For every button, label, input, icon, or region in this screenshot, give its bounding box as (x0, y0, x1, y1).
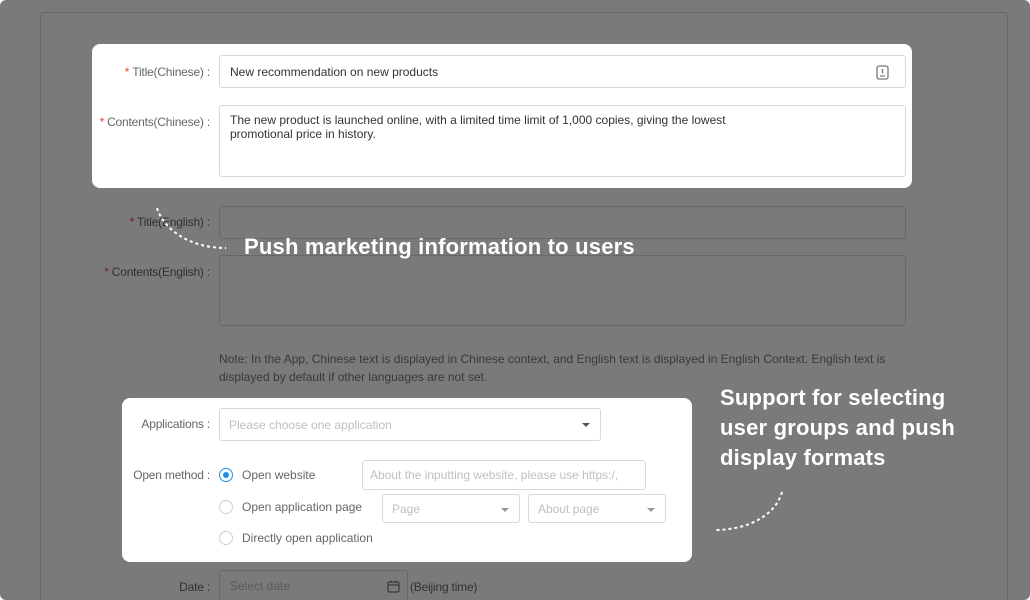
spotlight-chinese-fields: * Title(Chinese) : New recommendation on … (92, 44, 912, 188)
radio-open-website-label: Open website (242, 468, 316, 482)
input-tool-icon[interactable] (876, 65, 889, 80)
radio-open-website[interactable] (219, 468, 233, 482)
curved-arrow-1 (156, 207, 227, 249)
radio-direct-open-app-label: Directly open application (242, 531, 373, 545)
content-en-label: * Contents(English) : (104, 265, 210, 279)
chevron-down-icon (647, 508, 655, 512)
applications-select[interactable]: Please choose one application (219, 408, 601, 441)
curved-arrow-2 (713, 491, 783, 531)
chevron-down-icon (501, 508, 509, 512)
open-method-label: Open method : (133, 468, 210, 482)
timezone-label: (Beijing time) (410, 580, 478, 594)
language-note: Note: In the App, Chinese text is displa… (219, 352, 886, 384)
applications-label: Applications : (141, 417, 210, 431)
about-page-select[interactable]: About page (528, 494, 666, 523)
date-picker[interactable]: Select date (219, 570, 408, 600)
radio-open-app-page[interactable] (219, 500, 233, 514)
callout-support: Support for selecting user groups and pu… (720, 385, 956, 470)
spotlight-app-settings: Applications : Please choose one applica… (122, 398, 692, 562)
content-en-textarea[interactable] (219, 255, 906, 326)
content-cn-textarea[interactable]: The new product is launched online, with… (219, 105, 906, 177)
title-cn-label: * Title(Chinese) : (124, 65, 210, 79)
content-cn-label: * Contents(Chinese) : (99, 115, 211, 129)
page-select[interactable]: Page (382, 494, 520, 523)
radio-direct-open-app[interactable] (219, 531, 233, 545)
website-url-input[interactable]: About the inputting website, please use … (362, 460, 646, 490)
radio-open-app-page-label: Open application page (242, 500, 363, 514)
callout-push: Push marketing information to users (244, 234, 635, 259)
title-cn-input[interactable]: New recommendation on new products (219, 55, 906, 88)
calendar-icon (387, 580, 400, 593)
chevron-down-icon (582, 423, 590, 427)
date-label: Date : (179, 580, 210, 594)
